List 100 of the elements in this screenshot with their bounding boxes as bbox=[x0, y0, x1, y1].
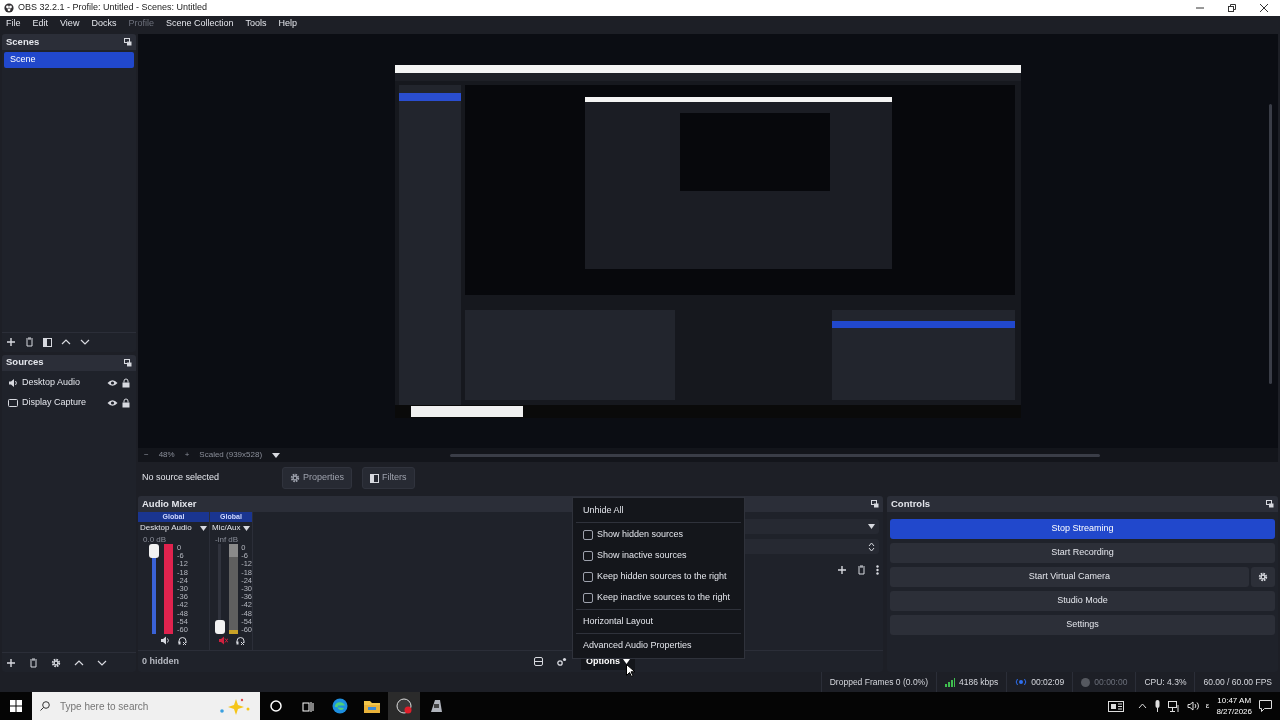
source-name[interactable]: Display Capture bbox=[22, 395, 103, 410]
recording-app-icon[interactable] bbox=[396, 698, 412, 714]
headphones-icon[interactable] bbox=[178, 635, 187, 645]
cursor-icon bbox=[626, 664, 635, 677]
eye-icon[interactable] bbox=[107, 378, 118, 387]
plus-icon[interactable] bbox=[837, 565, 847, 575]
input-language[interactable]: ε bbox=[1205, 700, 1210, 712]
spin-field[interactable] bbox=[742, 539, 879, 554]
plus-icon[interactable] bbox=[6, 337, 16, 347]
source-name[interactable]: Desktop Audio bbox=[22, 375, 103, 390]
notification-icon[interactable] bbox=[1259, 700, 1272, 712]
layout-icon[interactable] bbox=[534, 657, 543, 666]
menu-item[interactable]: Scene Collection bbox=[165, 17, 234, 31]
menu-item[interactable]: Edit bbox=[32, 17, 49, 31]
microphone-icon[interactable] bbox=[1153, 700, 1161, 712]
menu-item[interactable]: View bbox=[60, 17, 80, 31]
caret-icon bbox=[868, 524, 875, 529]
lock-icon[interactable] bbox=[122, 377, 130, 388]
dock-title: Sources bbox=[6, 355, 44, 370]
settings-icon[interactable] bbox=[51, 657, 61, 668]
up-icon[interactable] bbox=[74, 659, 84, 666]
task-view-icon[interactable] bbox=[302, 700, 314, 712]
maximize-icon[interactable] bbox=[1228, 4, 1236, 12]
clock-date[interactable]: 8/27/2026 bbox=[1216, 706, 1252, 717]
zoom-out-button[interactable]: − bbox=[144, 449, 149, 461]
caret-icon bbox=[200, 525, 207, 531]
chevron-up-icon[interactable] bbox=[1137, 703, 1147, 709]
dock-title: Scenes bbox=[6, 34, 40, 49]
control-button[interactable]: Settings bbox=[890, 615, 1275, 635]
trash-icon[interactable] bbox=[29, 657, 38, 668]
menu-checkbox-item[interactable]: Show hidden sources bbox=[576, 524, 741, 545]
volume-icon[interactable] bbox=[1186, 701, 1199, 711]
taskbar-search-field[interactable]: Type here to search bbox=[32, 692, 260, 720]
speaker-icon[interactable] bbox=[160, 635, 170, 645]
settings-icon[interactable] bbox=[290, 473, 300, 483]
link-icon[interactable] bbox=[557, 657, 567, 666]
plus-icon[interactable] bbox=[6, 657, 16, 668]
dock-title: Audio Mixer bbox=[142, 496, 197, 511]
search-icon bbox=[40, 701, 50, 711]
control-button[interactable]: Studio Mode bbox=[890, 591, 1275, 611]
settings-button[interactable] bbox=[1251, 567, 1275, 587]
circle-icon[interactable] bbox=[270, 700, 282, 712]
menu-item[interactable]: Help bbox=[278, 17, 297, 31]
volume-slider-thumb[interactable] bbox=[149, 544, 159, 558]
float-icon[interactable] bbox=[1266, 500, 1274, 508]
float-icon[interactable] bbox=[124, 38, 132, 46]
panel-icon[interactable] bbox=[43, 337, 52, 347]
channel-name-dropdown[interactable]: Desktop Audio bbox=[138, 522, 209, 534]
hidden-count: 0 hidden bbox=[142, 654, 180, 668]
float-icon[interactable] bbox=[871, 500, 879, 508]
monitor-icon bbox=[8, 397, 18, 408]
eye-icon[interactable] bbox=[107, 398, 118, 407]
volume-slider-thumb[interactable] bbox=[215, 620, 225, 634]
trash-icon[interactable] bbox=[857, 565, 866, 575]
stream-time: 00:02:09 bbox=[1031, 675, 1065, 689]
zoom-in-button[interactable]: + bbox=[184, 449, 190, 461]
down-icon[interactable] bbox=[97, 659, 107, 666]
float-icon[interactable] bbox=[124, 358, 132, 367]
context-button[interactable]: Filters bbox=[362, 467, 415, 489]
network-icon[interactable] bbox=[1167, 700, 1180, 712]
frame-rate: 60.00 / 60.00 FPS bbox=[1203, 675, 1272, 689]
scale-dropdown[interactable]: Scaled (939x528) bbox=[199, 449, 263, 461]
lock-icon[interactable] bbox=[122, 397, 130, 408]
menu-item[interactable]: Unhide All bbox=[576, 500, 741, 521]
control-button[interactable]: Start Recording bbox=[890, 543, 1275, 563]
headphones-icon[interactable] bbox=[235, 635, 245, 645]
scene-item[interactable]: Scene bbox=[4, 52, 134, 68]
browser-icon[interactable] bbox=[332, 698, 348, 714]
panel-icon[interactable] bbox=[370, 473, 380, 483]
context-label: No source selected bbox=[142, 471, 221, 485]
trash-icon[interactable] bbox=[25, 337, 34, 347]
up-icon[interactable] bbox=[61, 339, 71, 345]
vertical-scrollbar[interactable] bbox=[1269, 104, 1272, 384]
menu-item[interactable]: Horizontal Layout bbox=[576, 611, 741, 632]
dropdown-field[interactable] bbox=[742, 519, 879, 534]
menu-item[interactable]: Tools bbox=[245, 17, 267, 31]
folder-icon[interactable] bbox=[364, 699, 380, 713]
down-icon[interactable] bbox=[80, 339, 90, 345]
gear-icon bbox=[1258, 572, 1268, 582]
windows-start-icon[interactable] bbox=[10, 700, 22, 712]
menu-item[interactable]: Docks bbox=[91, 17, 117, 31]
more-icon[interactable] bbox=[876, 565, 879, 575]
news-icon[interactable] bbox=[1107, 700, 1124, 712]
menu-item[interactable]: File bbox=[6, 17, 21, 31]
menu-checkbox-item[interactable]: Keep hidden sources to the right bbox=[576, 566, 741, 587]
close-icon[interactable] bbox=[1260, 4, 1268, 12]
minimize-icon[interactable] bbox=[1196, 4, 1204, 12]
horizontal-scrollbar[interactable] bbox=[450, 453, 1101, 457]
channel-name-dropdown[interactable]: Mic/Aux bbox=[210, 522, 252, 534]
spin-arrows-icon[interactable] bbox=[868, 541, 875, 552]
caret-icon[interactable] bbox=[272, 452, 281, 458]
menu-checkbox-item[interactable]: Keep inactive sources to the right bbox=[576, 587, 741, 608]
search-field[interactable]: Type here to search bbox=[58, 697, 208, 715]
menu-checkbox-item[interactable]: Show inactive sources bbox=[576, 545, 741, 566]
control-button[interactable]: Start Virtual Camera bbox=[890, 567, 1249, 587]
context-button[interactable]: Properties bbox=[282, 467, 353, 489]
control-button[interactable]: Stop Streaming bbox=[890, 519, 1275, 539]
clock-time[interactable]: 10:47 AM bbox=[1217, 695, 1252, 706]
app-icon[interactable] bbox=[428, 698, 444, 714]
muted-speaker-icon[interactable] bbox=[217, 635, 228, 645]
